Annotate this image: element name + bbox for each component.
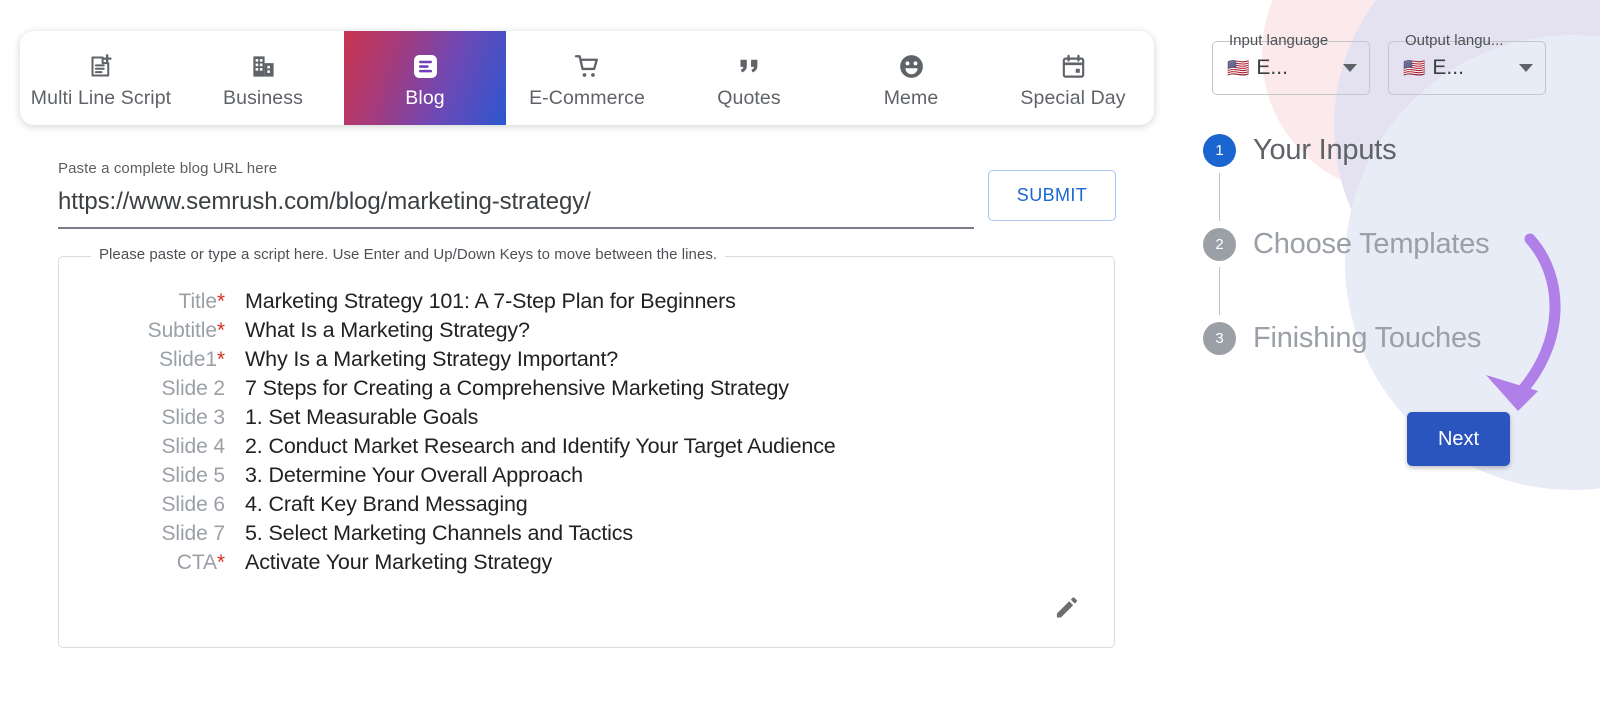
script-line-text[interactable]: Marketing Strategy 101: A 7-Step Plan fo… <box>245 289 736 314</box>
input-language-value: 🇺🇸 E... <box>1227 56 1343 80</box>
tab-business[interactable]: Business <box>182 31 344 125</box>
tab-label: Meme <box>883 86 939 109</box>
required-asterisk: * <box>216 290 225 313</box>
script-line-text[interactable]: What Is a Marketing Strategy? <box>245 318 530 343</box>
script-line-text[interactable]: 2. Conduct Market Research and Identify … <box>245 434 836 459</box>
step-number-badge: 1 <box>1203 133 1236 167</box>
script-line-text[interactable]: Activate Your Marketing Strategy <box>245 550 552 575</box>
step-connector-line <box>1219 267 1220 315</box>
template-type-tabs: Multi Line Script Business Blog E-Commer… <box>20 31 1154 125</box>
script-line-label: CTA* <box>176 551 225 574</box>
us-flag-icon: 🇺🇸 <box>1227 58 1250 78</box>
script-line-text[interactable]: 1. Set Measurable Goals <box>245 405 478 430</box>
script-line-label: Slide 6 <box>161 493 225 516</box>
language-selectors: Input language 🇺🇸 E... Output langu... 🇺… <box>1212 32 1546 95</box>
url-field-label: Paste a complete blog URL here <box>58 160 278 177</box>
required-asterisk: * <box>216 551 225 574</box>
script-line-label: Slide 7 <box>161 522 225 545</box>
right-sidebar: Input language 🇺🇸 E... Output langu... 🇺… <box>1165 0 1600 718</box>
tab-e-commerce[interactable]: E-Commerce <box>506 31 668 125</box>
tab-blog[interactable]: Blog <box>344 31 506 125</box>
step-connector-line <box>1219 173 1220 221</box>
tab-meme[interactable]: Meme <box>830 31 992 125</box>
url-input-underline <box>58 227 974 229</box>
tab-multi-line-script[interactable]: Multi Line Script <box>20 31 182 125</box>
script-line-label: Slide 5 <box>161 464 225 487</box>
script-line-text[interactable]: 4. Craft Key Brand Messaging <box>245 492 528 517</box>
script-line[interactable]: Subtitle* What Is a Marketing Strategy? <box>59 318 1114 347</box>
script-line[interactable]: Title* Marketing Strategy 101: A 7-Step P… <box>59 289 1114 318</box>
article-icon <box>410 52 440 82</box>
step-progress-list: 1 Your Inputs 2 Choose Templates 3 Finishing … <box>1203 127 1533 361</box>
chevron-down-icon[interactable] <box>1343 64 1357 72</box>
script-line-label: Slide 3 <box>161 406 225 429</box>
document-plus-icon <box>86 52 116 82</box>
script-line-label: Subtitle* <box>147 319 225 342</box>
tab-special-day[interactable]: Special Day <box>992 31 1154 125</box>
tab-label: Quotes <box>717 86 781 109</box>
script-line[interactable]: Slide 7 5. Select Marketing Channels and … <box>59 521 1114 550</box>
script-line-list: Title* Marketing Strategy 101: A 7-Step P… <box>59 289 1114 579</box>
quote-marks-icon <box>734 52 764 82</box>
output-language-value: 🇺🇸 E... <box>1403 56 1519 80</box>
building-icon <box>248 52 278 82</box>
script-line-label: Title* <box>178 290 226 313</box>
step-label: Choose Templates <box>1253 227 1490 260</box>
main-content: Multi Line Script Business Blog E-Commer… <box>0 0 1165 718</box>
script-line[interactable]: Slide1* Why Is a Marketing Strategy Impor… <box>59 347 1114 376</box>
step-number-badge: 3 <box>1203 321 1236 355</box>
script-line[interactable]: Slide 3 1. Set Measurable Goals <box>59 405 1114 434</box>
tab-label: Multi Line Script <box>30 86 172 109</box>
script-line-text[interactable]: 7 Steps for Creating a Comprehensive Mar… <box>245 376 789 401</box>
shopping-cart-icon <box>572 52 602 82</box>
blog-url-input[interactable] <box>58 188 974 224</box>
tab-label: Special Day <box>1020 86 1126 109</box>
smiley-face-icon <box>896 52 926 82</box>
script-line[interactable]: CTA* Activate Your Marketing Strategy <box>59 550 1114 579</box>
tab-label: E-Commerce <box>529 86 645 109</box>
step-number-badge: 2 <box>1203 227 1236 261</box>
script-line-text[interactable]: Why Is a Marketing Strategy Important? <box>245 347 618 372</box>
next-button[interactable]: Next <box>1407 412 1510 466</box>
required-asterisk: * <box>216 348 225 371</box>
script-editor-panel[interactable]: Please paste or type a script here. Use … <box>58 246 1115 648</box>
app-root: Multi Line Script Business Blog E-Commer… <box>0 0 1600 718</box>
chevron-down-icon[interactable] <box>1519 64 1533 72</box>
script-line[interactable]: Slide 2 7 Steps for Creating a Comprehens… <box>59 376 1114 405</box>
step-label: Your Inputs <box>1253 133 1397 166</box>
tab-quotes[interactable]: Quotes <box>668 31 830 125</box>
tab-label: Blog <box>405 86 445 109</box>
input-language-text: E... <box>1256 56 1288 79</box>
step-item-1[interactable]: 1 Your Inputs <box>1203 127 1533 173</box>
output-language-text: E... <box>1432 56 1464 79</box>
script-line-text[interactable]: 3. Determine Your Overall Approach <box>245 463 583 488</box>
script-line[interactable]: Slide 6 4. Craft Key Brand Messaging <box>59 492 1114 521</box>
script-line-label: Slide 2 <box>161 377 225 400</box>
step-item-3[interactable]: 3 Finishing Touches <box>1203 315 1533 361</box>
pencil-icon <box>1053 595 1079 624</box>
submit-button[interactable]: SUBMIT <box>988 170 1116 221</box>
step-label: Finishing Touches <box>1253 321 1482 354</box>
script-line-text[interactable]: 5. Select Marketing Channels and Tactics <box>245 521 633 546</box>
step-item-2[interactable]: 2 Choose Templates <box>1203 221 1533 267</box>
tab-label: Business <box>223 86 303 109</box>
input-language-label: Input language <box>1229 32 1329 49</box>
input-language-select[interactable]: Input language 🇺🇸 E... <box>1212 32 1370 95</box>
output-language-select[interactable]: Output langu... 🇺🇸 E... <box>1388 32 1546 95</box>
script-line[interactable]: Slide 4 2. Conduct Market Research and Id… <box>59 434 1114 463</box>
script-line-label: Slide 4 <box>161 435 225 458</box>
script-editor-legend: Please paste or type a script here. Use … <box>91 246 726 263</box>
us-flag-icon: 🇺🇸 <box>1403 58 1426 78</box>
output-language-label: Output langu... <box>1405 32 1504 49</box>
script-line[interactable]: Slide 5 3. Determine Your Overall Approac… <box>59 463 1114 492</box>
required-asterisk: * <box>216 319 225 342</box>
calendar-icon <box>1058 52 1088 82</box>
edit-script-button[interactable] <box>1050 593 1082 625</box>
script-line-label: Slide1* <box>159 348 225 371</box>
